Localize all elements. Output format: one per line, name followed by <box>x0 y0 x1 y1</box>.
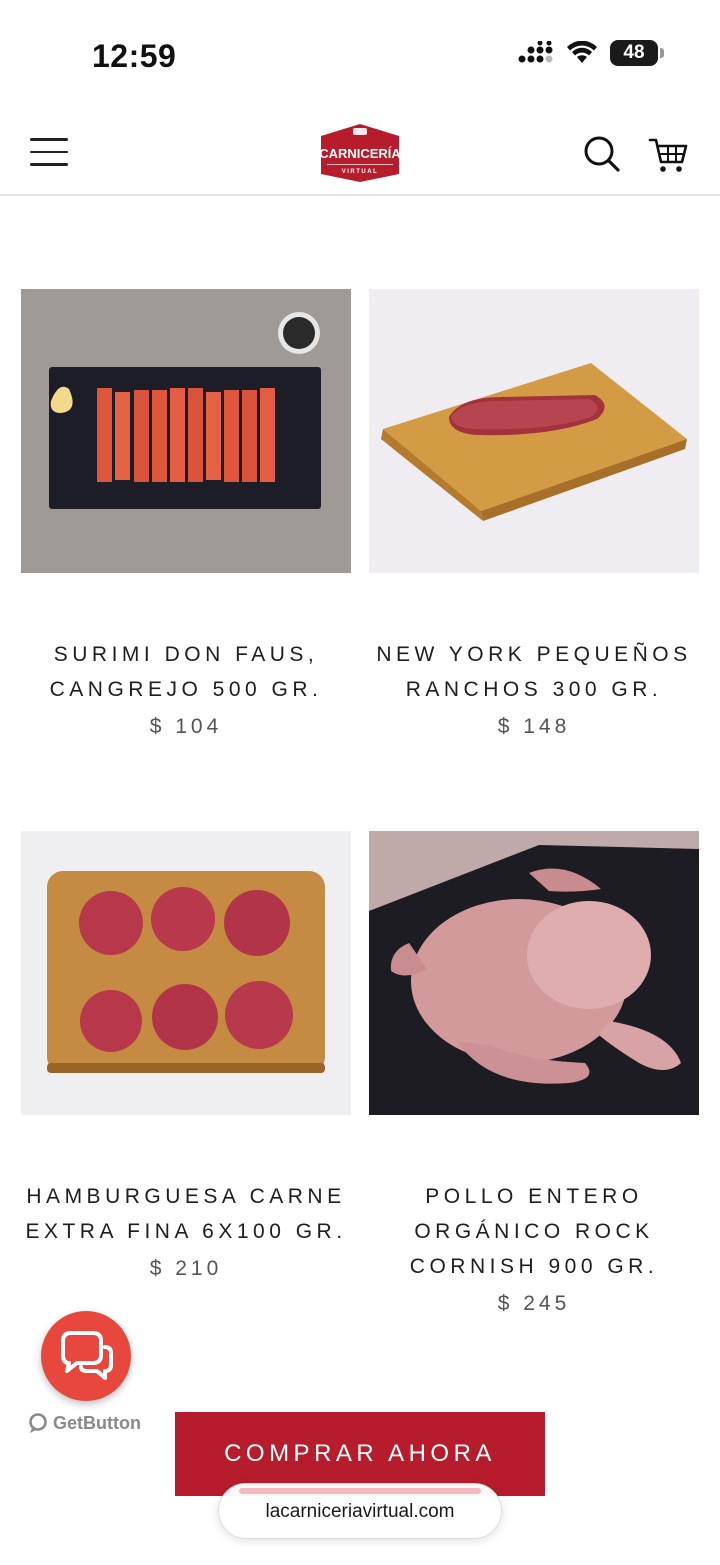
product-name[interactable]: HAMBURGUESA CARNE EXTRA FINA 6X100 GR. <box>21 1179 351 1249</box>
product-name[interactable]: NEW YORK PEQUEÑOS RANCHOS 300 GR. <box>369 637 699 707</box>
chat-bubbles-icon <box>61 1331 113 1380</box>
cellular-signal-icon <box>518 41 553 63</box>
site-header: CARNICERÍA VIRTUAL <box>0 110 720 196</box>
product-image[interactable] <box>369 831 699 1115</box>
product-name[interactable]: SURIMI DON FAUS, CANGREJO 500 GR. <box>21 637 351 707</box>
product-image[interactable] <box>21 831 351 1115</box>
product-card[interactable]: POLLO ENTERO ORGÁNICO ROCK CORNISH 900 G… <box>369 831 699 1316</box>
getbutton-branding[interactable]: GetButton <box>28 1412 141 1434</box>
hamburger-menu-icon <box>30 138 68 141</box>
product-price: $ 104 <box>149 715 223 738</box>
getbutton-logo-icon <box>29 1413 47 1433</box>
product-card[interactable]: NEW YORK PEQUEÑOS RANCHOS 300 GR. $ 148 <box>369 289 699 739</box>
product-card[interactable]: SURIMI DON FAUS, CANGREJO 500 GR. $ 104 <box>21 289 351 739</box>
logo-subtext: VIRTUAL <box>342 169 379 175</box>
product-price: $ 210 <box>149 1257 223 1280</box>
product-image[interactable] <box>21 289 351 573</box>
product-card[interactable]: HAMBURGUESA CARNE EXTRA FINA 6X100 GR. $… <box>21 831 351 1281</box>
battery-indicator: 48 <box>610 40 664 66</box>
search-icon <box>584 136 620 172</box>
browser-url-bar[interactable]: lacarniceriavirtual.com <box>218 1483 502 1539</box>
product-price: $ 245 <box>497 1292 571 1315</box>
product-name[interactable]: POLLO ENTERO ORGÁNICO ROCK CORNISH 900 G… <box>369 1179 699 1284</box>
carniceria-virtual-logo[interactable]: CARNICERÍA VIRTUAL <box>317 122 403 184</box>
getbutton-label: GetButton <box>53 1412 141 1433</box>
product-image[interactable] <box>369 289 699 573</box>
cart-button[interactable] <box>648 134 688 174</box>
product-price: $ 148 <box>497 715 571 738</box>
status-time: 12:59 <box>92 38 177 74</box>
status-bar: 12:59 48 <box>0 0 720 110</box>
hamburger-menu-button[interactable] <box>30 138 70 170</box>
search-button[interactable] <box>582 134 622 174</box>
status-icons: 48 <box>518 40 664 66</box>
cart-icon <box>648 138 688 172</box>
wifi-icon <box>567 41 597 63</box>
logo-text: CARNICERÍA <box>319 146 401 161</box>
chat-widget-button[interactable] <box>41 1311 131 1401</box>
